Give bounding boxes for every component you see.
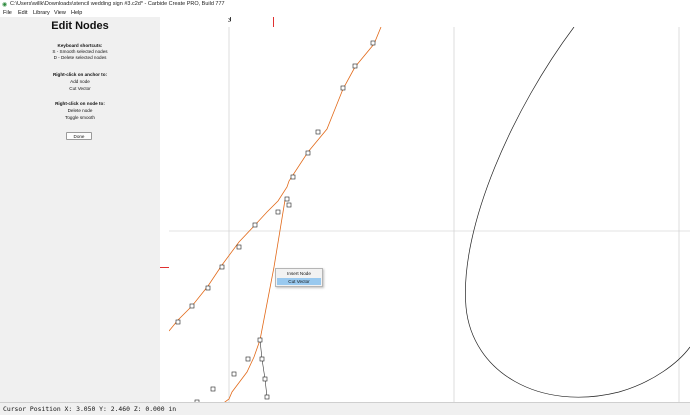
- anchor-add-node: Add node: [70, 79, 90, 84]
- context-menu-insert-node[interactable]: Insert Node: [277, 270, 321, 277]
- path-node[interactable]: [290, 174, 296, 180]
- path-nodes: [175, 40, 376, 402]
- context-menu: Insert Node Cut Vector: [275, 268, 323, 287]
- path-node[interactable]: [262, 376, 268, 382]
- path-node[interactable]: [189, 303, 195, 309]
- path-node[interactable]: [286, 202, 292, 208]
- node-delete: Delete node: [67, 108, 93, 113]
- path-node[interactable]: [275, 209, 281, 215]
- window-title: C:\Users\willk\Downloads\stencil wedding…: [10, 1, 225, 7]
- node-title: Right-click on node to:: [55, 101, 105, 106]
- path-node[interactable]: [305, 150, 311, 156]
- anchor-cut-vector: Cut Vector: [69, 86, 91, 91]
- panel-heading: Edit Nodes: [51, 20, 109, 32]
- path-node[interactable]: [284, 196, 290, 202]
- context-menu-cut-vector[interactable]: Cut Vector: [277, 277, 321, 285]
- ellipse-path[interactable]: [465, 27, 690, 398]
- canvas-drawing: [169, 27, 690, 402]
- path-node[interactable]: [264, 394, 270, 400]
- grid-lines: [169, 27, 690, 402]
- menu-edit[interactable]: Edit: [18, 9, 27, 17]
- vertical-ruler: [160, 27, 169, 402]
- menu-help[interactable]: Help: [71, 9, 82, 17]
- path-node[interactable]: [231, 371, 237, 377]
- edit-nodes-panel: Edit Nodes Keyboard shortcuts: S - Smoot…: [0, 17, 160, 402]
- design-canvas[interactable]: [169, 27, 690, 402]
- cursor-position: Cursor Position X: 3.050 Y: 2.460 Z: 0.0…: [3, 405, 177, 413]
- menu-bar: File Edit Library View Help: [0, 9, 690, 17]
- ruler-tick-label: 3: [228, 18, 231, 24]
- path-segment[interactable]: [259, 339, 268, 398]
- path-node[interactable]: [236, 244, 242, 250]
- path-node[interactable]: [315, 129, 321, 135]
- path-node[interactable]: [245, 356, 251, 362]
- path-node[interactable]: [370, 40, 376, 46]
- path-node[interactable]: [252, 222, 258, 228]
- anchor-title: Right-click on anchor to:: [52, 72, 108, 77]
- path-node[interactable]: [210, 386, 216, 392]
- status-bar: Cursor Position X: 3.050 Y: 2.460 Z: 0.0…: [0, 402, 690, 415]
- menu-file[interactable]: File: [3, 9, 12, 17]
- path-node[interactable]: [257, 337, 263, 343]
- path-node[interactable]: [219, 264, 225, 270]
- shortcut-delete: D - Delete selected nodes: [53, 55, 107, 60]
- path-node[interactable]: [352, 63, 358, 69]
- done-button[interactable]: Done: [66, 132, 92, 140]
- ruler-cursor-marker-vertical: [160, 267, 169, 268]
- path-node[interactable]: [175, 319, 181, 325]
- path-node[interactable]: [340, 85, 346, 91]
- node-toggle-smooth: Toggle smooth: [65, 115, 95, 120]
- menu-library[interactable]: Library: [33, 9, 50, 17]
- title-bar: ◉ C:\Users\willk\Downloads\stencil weddi…: [0, 0, 690, 9]
- ruler-cursor-marker: [273, 17, 274, 27]
- carbide-logo-icon: ◉: [2, 1, 8, 8]
- horizontal-ruler: 3: [160, 17, 690, 27]
- path-node[interactable]: [259, 356, 265, 362]
- menu-view[interactable]: View: [54, 9, 66, 17]
- path-node[interactable]: [205, 285, 211, 291]
